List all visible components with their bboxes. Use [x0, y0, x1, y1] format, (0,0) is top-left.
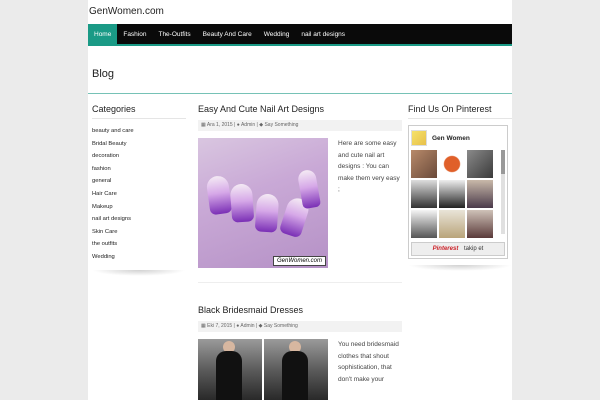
post-item: Easy And Cute Nail Art Designs ▦ Ara 1, … [198, 104, 402, 268]
widget-shadow [408, 265, 512, 271]
categories-list: beauty and care Bridal Beauty decoration… [92, 125, 186, 264]
pinterest-follow-button[interactable]: Pinterest takip et [411, 242, 505, 256]
post-body: You need bridesmaid clothes that shout s… [198, 339, 402, 400]
bridesmaid-thumbnail[interactable] [198, 339, 328, 400]
post-meta: ▦ Eki 7, 2015 | ● Admin | ◆ Say Somethin… [198, 321, 402, 332]
category-link[interactable]: Bridal Beauty [92, 138, 186, 151]
nav-item-nail-art-designs[interactable]: nail art designs [295, 24, 351, 44]
widget-shadow [92, 269, 186, 276]
calendar-icon: ▦ [201, 323, 206, 329]
pin-grid [411, 150, 505, 238]
post-date: Eki 7, 2015 [207, 323, 233, 329]
page-title: Blog [92, 68, 115, 80]
nail-art-thumbnail[interactable]: GenWomen.com [198, 138, 328, 268]
post-list: Easy And Cute Nail Art Designs ▦ Ara 1, … [198, 104, 402, 400]
category-link[interactable]: fashion [92, 163, 186, 176]
pin-thumbnail[interactable] [411, 150, 437, 178]
nail-shape [205, 174, 233, 216]
site-title[interactable]: GenWomen.com [89, 6, 164, 17]
category-link[interactable]: the outfits [92, 238, 186, 251]
main-nav: Home Fashion The-Outfits Beauty And Care… [88, 24, 512, 46]
post-body: GenWomen.com Here are some easy and cute… [198, 138, 402, 268]
image-watermark: GenWomen.com [272, 256, 326, 266]
post-date: Ara 1, 2015 [206, 122, 233, 128]
dress-photo [198, 339, 262, 400]
user-icon: ● [236, 323, 240, 329]
pin-thumbnail[interactable] [467, 180, 493, 208]
post-divider [198, 282, 402, 283]
nav-item-beauty-and-care[interactable]: Beauty And Care [197, 24, 258, 44]
comment-icon: ◆ [258, 323, 263, 329]
post-meta: ▦ Ara 1, 2015 | ● Admin | ◆ Say Somethin… [198, 120, 402, 131]
post-excerpt: Here are some easy and cute nail art des… [338, 140, 400, 193]
pin-thumbnail[interactable] [439, 150, 465, 178]
category-link[interactable]: nail art designs [92, 213, 186, 226]
pinterest-name[interactable]: Gen Women [432, 135, 470, 142]
post-comments[interactable]: Say Something [264, 122, 298, 128]
pin-thumbnail[interactable] [467, 210, 493, 238]
black-dress [216, 351, 242, 400]
post-title[interactable]: Easy And Cute Nail Art Designs [198, 104, 402, 114]
pinterest-scrollbar[interactable] [501, 150, 505, 234]
post-comments[interactable]: Say Something [264, 323, 298, 329]
pin-thumbnail[interactable] [411, 180, 437, 208]
category-link[interactable]: decoration [92, 150, 186, 163]
pinterest-profile[interactable]: Gen Women [411, 128, 505, 148]
pinterest-board: Gen Women Pinterest takip et [408, 125, 508, 259]
post-excerpt: You need bridesmaid clothes that shout s… [338, 341, 399, 383]
category-link[interactable]: Makeup [92, 201, 186, 214]
post-author[interactable]: Admin [240, 323, 254, 329]
page-container: GenWomen.com Home Fashion The-Outfits Be… [88, 0, 512, 400]
dress-photo [264, 339, 328, 400]
nav-item-wedding[interactable]: Wedding [258, 24, 296, 44]
title-divider [88, 93, 512, 94]
category-link[interactable]: beauty and care [92, 125, 186, 138]
pin-thumbnail[interactable] [467, 150, 493, 178]
category-link[interactable]: general [92, 175, 186, 188]
pin-thumbnail[interactable] [411, 210, 437, 238]
scrollbar-thumb[interactable] [501, 150, 505, 174]
nail-shape [254, 193, 280, 233]
black-dress [282, 351, 308, 400]
pinterest-logo: Pinterest [432, 246, 459, 252]
nail-shape [229, 183, 255, 223]
calendar-icon: ▦ [201, 122, 206, 128]
categories-title: Categories [92, 104, 186, 119]
nav-item-fashion[interactable]: Fashion [117, 24, 152, 44]
category-link[interactable]: Wedding [92, 251, 186, 264]
follow-label: takip et [464, 246, 484, 252]
profile-avatar [411, 130, 427, 146]
post-author[interactable]: Admin [241, 122, 255, 128]
nav-item-home[interactable]: Home [88, 24, 118, 44]
comment-icon: ◆ [259, 122, 264, 128]
pinterest-title: Find Us On Pinterest [408, 104, 512, 119]
category-link[interactable]: Skin Care [92, 226, 186, 239]
pin-thumbnail[interactable] [439, 180, 465, 208]
categories-widget: Categories beauty and care Bridal Beauty… [92, 104, 186, 276]
category-link[interactable]: Hair Care [92, 188, 186, 201]
pinterest-widget: Find Us On Pinterest Gen Women Pinterest [408, 104, 512, 271]
post-item: Black Bridesmaid Dresses ▦ Eki 7, 2015 |… [198, 305, 402, 400]
pin-thumbnail[interactable] [439, 210, 465, 238]
nav-item-the-outfits[interactable]: The-Outfits [152, 24, 196, 44]
post-title[interactable]: Black Bridesmaid Dresses [198, 305, 402, 315]
user-icon: ● [236, 122, 240, 128]
